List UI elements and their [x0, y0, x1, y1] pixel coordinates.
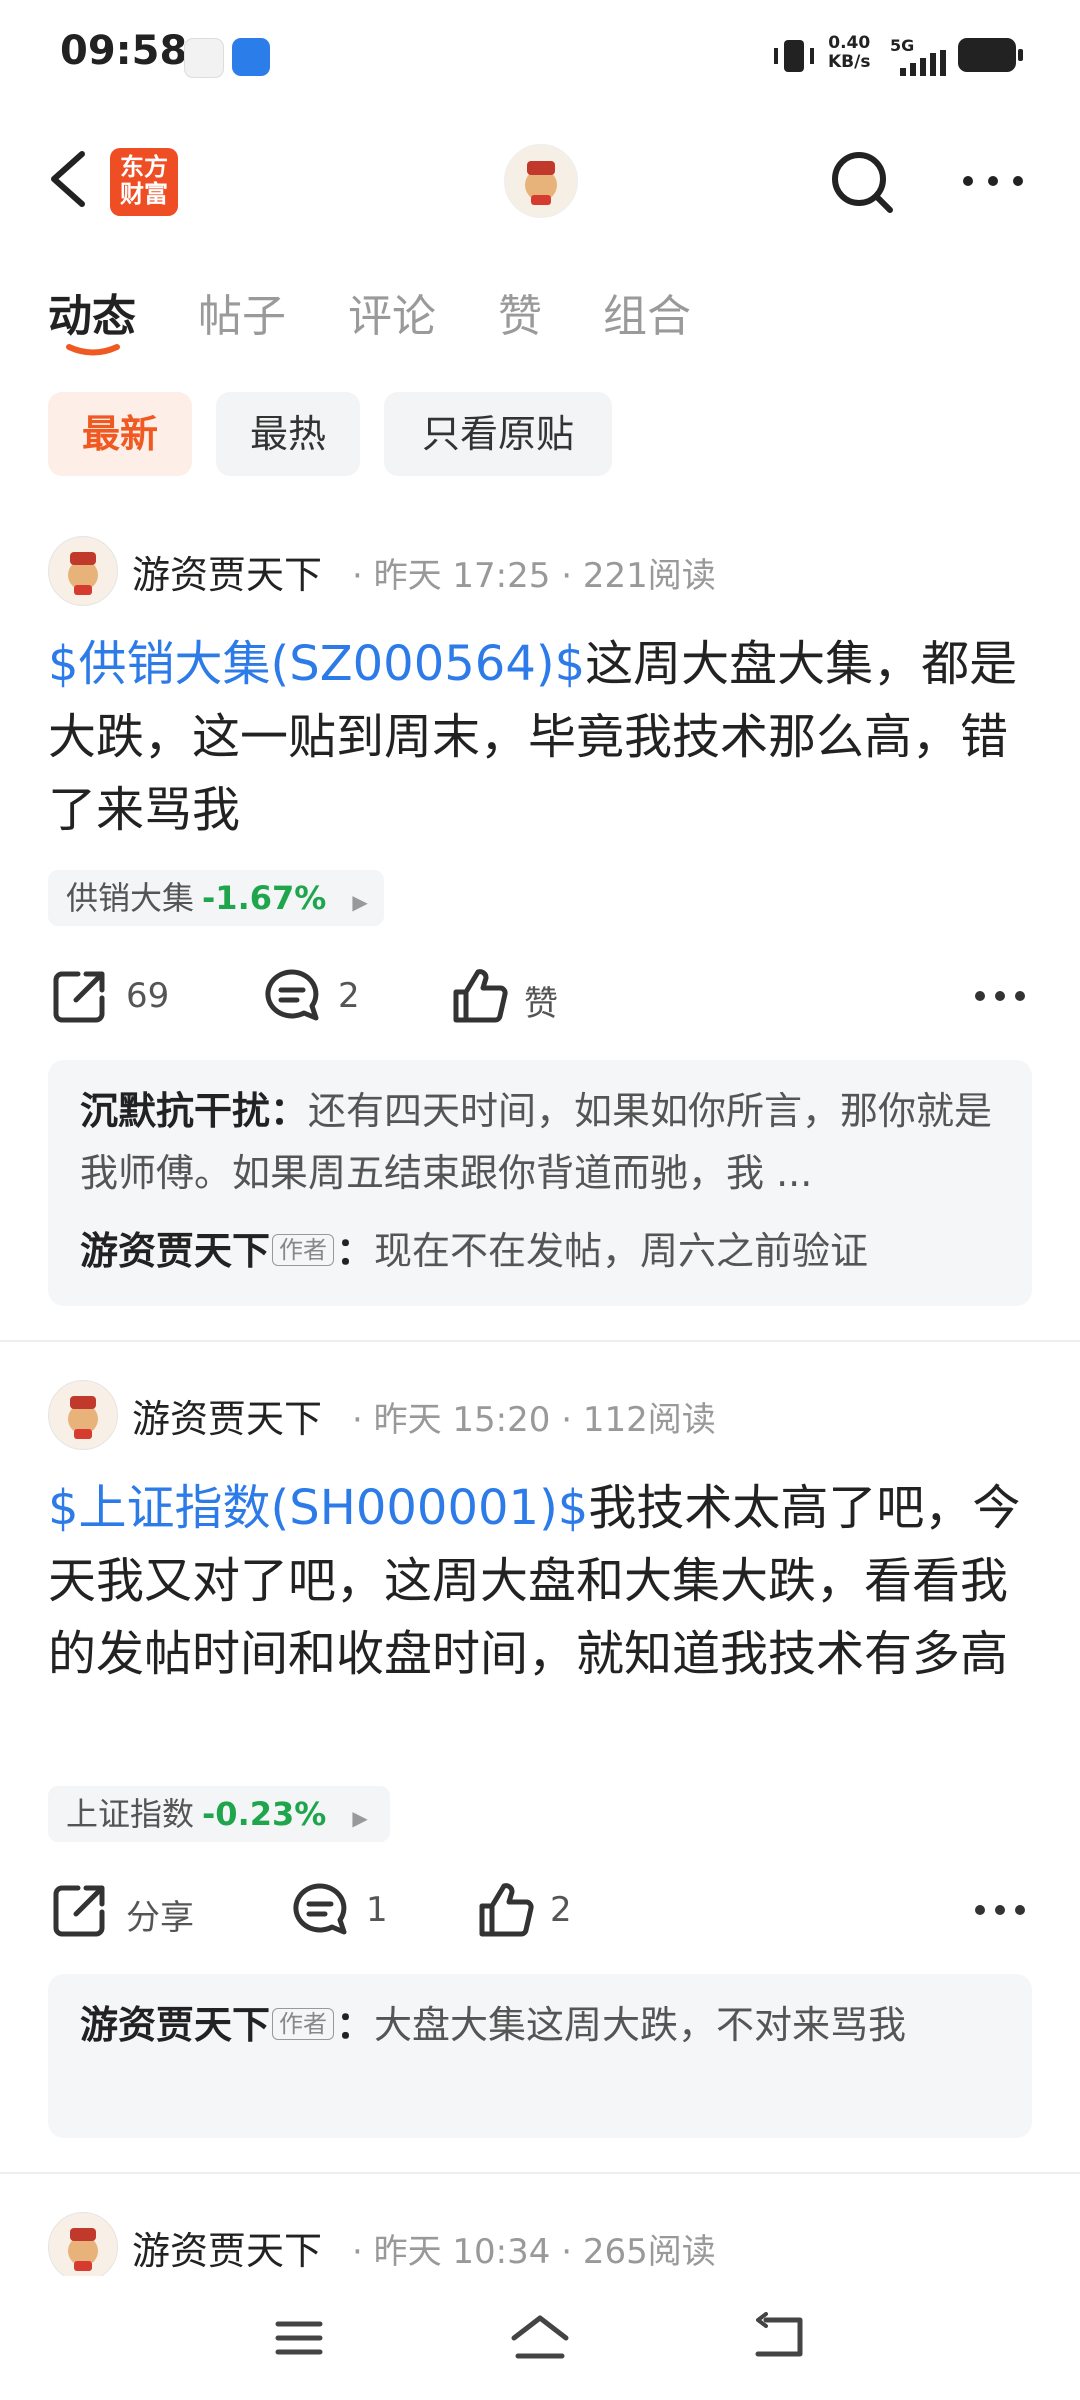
post-content[interactable]: $上证指数(SH000001)$我技术太高了吧，今天我又对了吧，这周大盘和大集大… — [48, 1472, 1032, 1691]
author-avatar[interactable] — [48, 536, 118, 606]
menu-icon[interactable] — [274, 2318, 324, 2358]
author-badge: 作者 — [272, 1234, 335, 1266]
filter-hottest[interactable]: 最热 — [216, 392, 360, 476]
comment-item[interactable]: 沉默抗干扰：还有四天时间，如果如你所言，那你就是我师傅。如果周五结束跟你背道而驰… — [80, 1080, 1000, 1204]
stock-link[interactable]: $上证指数(SH000001)$ — [48, 1480, 588, 1536]
comment-preview-box[interactable]: 游资贾天下 作者 ：大盘大集这周大跌，不对来骂我 — [48, 1974, 1032, 2138]
tab-posts[interactable]: 帖子 — [198, 280, 286, 344]
like-icon[interactable] — [450, 966, 510, 1026]
stock-tag[interactable]: 供销大集 -1.67% ▶ — [48, 870, 384, 926]
status-bar: 09:58 0.40 KB/s 5G — [0, 0, 1080, 110]
share-count[interactable]: 69 — [126, 976, 169, 1016]
post-divider — [0, 2172, 1080, 2174]
author-avatar[interactable] — [48, 2212, 118, 2282]
signal-icon — [900, 50, 946, 76]
maps-app-icon — [184, 38, 224, 78]
home-icon[interactable] — [508, 2312, 572, 2362]
app-notification-icon — [232, 38, 270, 76]
back-arrow-icon[interactable] — [44, 148, 104, 210]
filter-latest[interactable]: 最新 — [48, 392, 192, 476]
comment-item[interactable]: 游资贾天下 作者 ：现在不在发帖，周六之前验证 — [80, 1220, 1000, 1282]
author-badge: 作者 — [272, 2008, 335, 2040]
more-options-icon[interactable] — [960, 166, 1026, 196]
back-nav-icon[interactable] — [752, 2312, 808, 2362]
search-icon[interactable] — [826, 146, 898, 218]
post-author[interactable]: 游资贾天下 — [132, 2220, 322, 2275]
comment-icon[interactable] — [290, 1880, 350, 1940]
like-count[interactable]: 2 — [550, 1890, 572, 1930]
filter-original-only[interactable]: 只看原贴 — [384, 392, 612, 476]
post-more-icon[interactable] — [974, 988, 1026, 1004]
post-meta: · 昨天 17:25 · 221阅读 — [352, 556, 716, 596]
share-label[interactable]: 分享 — [126, 1890, 194, 1939]
system-nav-bar — [0, 2276, 1080, 2400]
stock-tag[interactable]: 上证指数 -0.23% ▶ — [48, 1786, 390, 1842]
post-divider — [0, 1340, 1080, 1342]
comment-count[interactable]: 2 — [338, 976, 360, 1016]
eastmoney-logo[interactable]: 东方 财富 — [110, 148, 178, 216]
user-avatar[interactable] — [504, 144, 578, 218]
net-speed: 0.40 KB/s — [828, 33, 871, 72]
share-icon[interactable] — [50, 966, 110, 1026]
post-author[interactable]: 游资贾天下 — [132, 544, 322, 599]
share-icon[interactable] — [50, 1880, 110, 1940]
post-meta: · 昨天 10:34 · 265阅读 — [352, 2232, 716, 2272]
post-author[interactable]: 游资贾天下 — [132, 1388, 322, 1443]
status-time: 09:58 — [60, 28, 188, 74]
comment-count[interactable]: 1 — [366, 1890, 388, 1930]
comment-preview-box[interactable]: 沉默抗干扰：还有四天时间，如果如你所言，那你就是我师傅。如果周五结束跟你背道而驰… — [48, 1060, 1032, 1306]
tab-portfolio[interactable]: 组合 — [603, 280, 691, 344]
battery-icon — [958, 38, 1023, 72]
post-meta: · 昨天 15:20 · 112阅读 — [352, 1400, 716, 1440]
vibrate-icon — [774, 40, 814, 72]
post-content[interactable]: $供销大集(SZ000564)$这周大盘大集，都是大跌，这一贴到周末，毕竟我技术… — [48, 628, 1032, 847]
author-avatar[interactable] — [48, 1380, 118, 1450]
active-tab-indicator — [66, 344, 120, 356]
tab-comments[interactable]: 评论 — [348, 280, 436, 344]
post-more-icon[interactable] — [974, 1902, 1026, 1918]
like-icon[interactable] — [476, 1880, 536, 1940]
tab-dynamic[interactable]: 动态 — [48, 280, 136, 344]
like-label[interactable]: 赞 — [524, 976, 558, 1025]
comment-item[interactable]: 游资贾天下 作者 ：大盘大集这周大跌，不对来骂我 — [80, 1994, 1000, 2056]
tab-likes[interactable]: 赞 — [498, 280, 542, 344]
stock-link[interactable]: $供销大集(SZ000564)$ — [48, 636, 585, 692]
comment-icon[interactable] — [262, 966, 322, 1026]
